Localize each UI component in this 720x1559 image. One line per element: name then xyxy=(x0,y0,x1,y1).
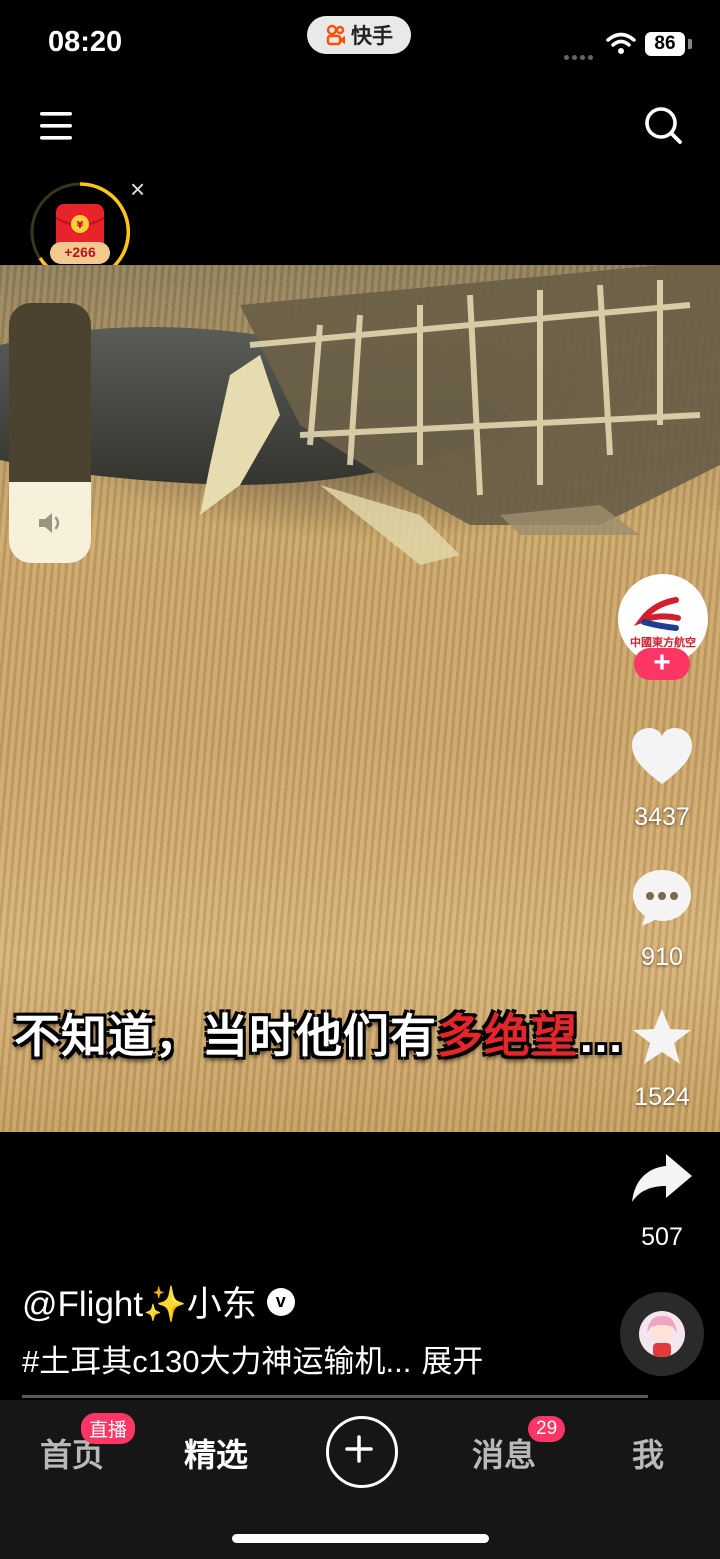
follow-button[interactable]: + xyxy=(634,648,690,680)
nav-messages[interactable]: 消息 xyxy=(472,1430,536,1476)
battery-level: 86 xyxy=(645,32,685,56)
create-button[interactable] xyxy=(326,1416,398,1488)
author-name[interactable]: @Flight✨小东 v xyxy=(22,1276,295,1327)
video-description[interactable]: #土耳其c130大力神运输机... 展开 xyxy=(22,1336,483,1381)
status-time: 08:20 xyxy=(48,26,123,58)
speaker-icon xyxy=(39,513,60,533)
expand-link[interactable]: 展开 xyxy=(421,1344,483,1379)
comment-count: 910 xyxy=(641,943,683,971)
nav-featured[interactable]: 精选 xyxy=(184,1430,248,1476)
plus-icon xyxy=(345,1435,373,1463)
share-count: 507 xyxy=(641,1223,683,1251)
anime-avatar-icon xyxy=(647,1315,677,1357)
subtitle-text: 不知道，当时他们有 xyxy=(14,1010,437,1062)
kuaishou-logo-icon xyxy=(326,24,345,46)
app-name: 快手 xyxy=(351,25,393,48)
favorite-count: 1524 xyxy=(634,1083,690,1111)
subtitle-highlight: 多绝望 xyxy=(437,1010,578,1062)
music-disc[interactable] xyxy=(620,1292,704,1376)
video-progress-bar[interactable] xyxy=(22,1395,648,1398)
subtitle-ellipsis: … xyxy=(578,1010,625,1062)
music-cover-avatar xyxy=(639,1311,685,1357)
video-subtitle: 不知道，当时他们有多绝望… xyxy=(14,1000,625,1066)
battery-tip xyxy=(688,39,692,49)
like-count: 3437 xyxy=(634,803,690,831)
description-text: #土耳其c130大力神运输机... xyxy=(22,1344,412,1379)
comment-icon[interactable] xyxy=(630,866,694,930)
menu-icon[interactable] xyxy=(38,108,74,144)
verified-badge-icon: v xyxy=(266,1287,295,1316)
cellular-signal-icon xyxy=(564,47,596,65)
messages-badge: 29 xyxy=(528,1416,566,1442)
wifi-icon xyxy=(606,32,636,54)
live-badge: 直播 xyxy=(81,1413,136,1444)
app-indicator-pill[interactable]: 快手 xyxy=(307,16,411,54)
reward-amount: +266 xyxy=(64,244,96,260)
search-icon[interactable] xyxy=(642,104,684,146)
author-handle[interactable]: @Flight✨小东 xyxy=(22,1276,257,1327)
svg-text:¥: ¥ xyxy=(77,220,84,231)
nav-me[interactable]: 我 xyxy=(632,1430,664,1476)
favorite-star-icon[interactable] xyxy=(630,1006,694,1070)
video-player[interactable]: 不知道，当时他们有多绝望… xyxy=(0,265,720,1132)
like-heart-icon[interactable] xyxy=(630,726,694,790)
home-indicator xyxy=(232,1534,489,1543)
share-arrow-icon[interactable] xyxy=(630,1146,694,1210)
reward-close-button[interactable]: × xyxy=(130,174,145,205)
